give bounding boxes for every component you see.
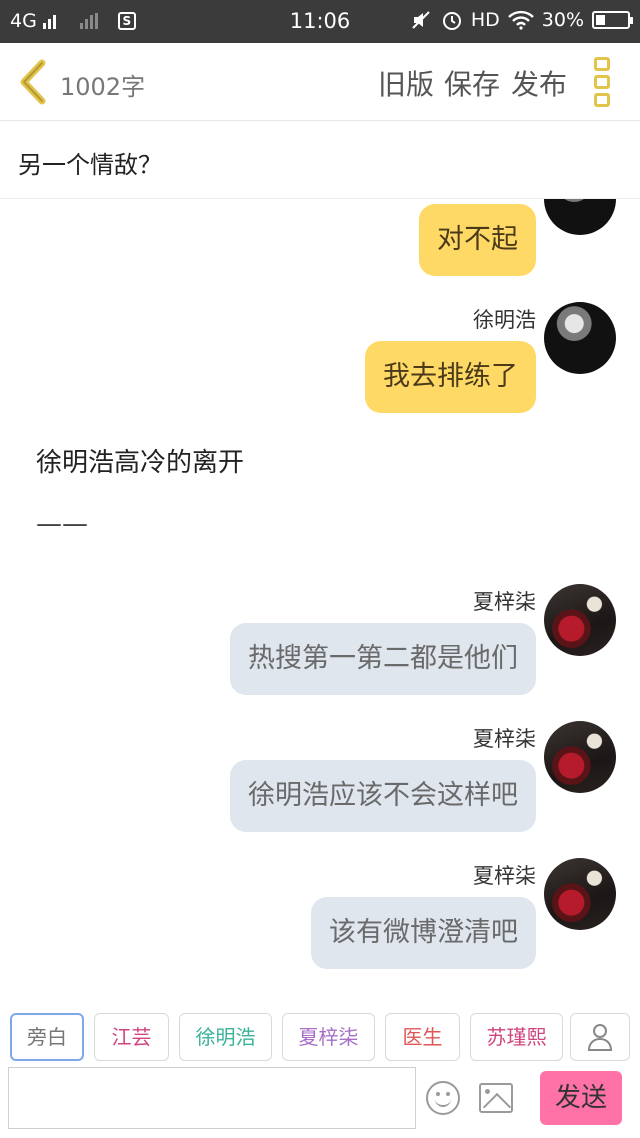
back-icon[interactable] (14, 57, 54, 107)
battery-icon (592, 11, 633, 29)
narration-text[interactable]: —— (36, 509, 88, 539)
avatar[interactable] (544, 858, 616, 930)
more-menu-icon[interactable] (594, 57, 614, 107)
role-chip-xuminghao[interactable]: 徐明浩 (179, 1013, 272, 1061)
alarm-icon (442, 12, 461, 30)
input-bar: 发送 (0, 1065, 640, 1138)
chapter-title: 另一个情敌？ (18, 151, 162, 179)
sender-name: 夏梓柒 (473, 590, 536, 614)
chat-area[interactable]: 对不起 徐明浩 我去排练了 徐明浩高冷的离开 —— 夏梓柒 热搜第一第二都是他们… (0, 199, 640, 989)
avatar[interactable] (544, 721, 616, 793)
chat-bubble[interactable]: 徐明浩应该不会这样吧 (230, 760, 536, 832)
battery-percent: 30% (541, 9, 584, 31)
sender-name: 夏梓柒 (473, 864, 536, 888)
person-icon (587, 1024, 613, 1051)
sender-name: 徐明浩 (473, 308, 536, 332)
chat-bubble[interactable]: 热搜第一第二都是他们 (230, 623, 536, 695)
save-button[interactable]: 保存 (444, 63, 500, 103)
battery-fill (596, 15, 605, 25)
status-bar: 4G S 11:06 HD 30% (0, 0, 640, 43)
image-icon[interactable] (479, 1083, 513, 1113)
message-input[interactable] (8, 1067, 416, 1129)
emoji-icon[interactable] (426, 1081, 460, 1115)
sender-name: 夏梓柒 (473, 727, 536, 751)
wifi-icon (507, 10, 534, 30)
add-role-button[interactable] (570, 1013, 630, 1061)
avatar[interactable] (544, 302, 616, 374)
send-button[interactable]: 发送 (540, 1071, 622, 1125)
role-chip-jiangyun[interactable]: 江芸 (94, 1013, 169, 1061)
avatar[interactable] (544, 584, 616, 656)
chat-bubble[interactable]: 对不起 (419, 204, 536, 276)
word-count: 1002字 (60, 73, 146, 101)
chat-bubble[interactable]: 该有微博澄清吧 (311, 897, 536, 969)
role-chip-narrator[interactable]: 旁白 (10, 1013, 84, 1061)
role-chip-xiaziqi[interactable]: 夏梓柒 (282, 1013, 375, 1061)
old-version-button[interactable]: 旧版 (378, 63, 434, 103)
role-chip-sujinxi[interactable]: 苏瑾熙 (470, 1013, 563, 1061)
chat-bubble[interactable]: 我去排练了 (365, 341, 536, 413)
avatar[interactable] (544, 199, 616, 235)
hd-indicator: HD (470, 9, 500, 31)
mute-icon (412, 11, 430, 29)
narration-text[interactable]: 徐明浩高冷的离开 (36, 442, 244, 479)
role-chip-doctor[interactable]: 医生 (385, 1013, 460, 1061)
chapter-title-bar[interactable]: 另一个情敌？ (0, 121, 640, 199)
role-selector: 旁白 江芸 徐明浩 夏梓柒 医生 苏瑾熙 (0, 1005, 640, 1065)
publish-button[interactable]: 发布 (511, 63, 567, 103)
editor-header: 1002字 旧版 保存 发布 (0, 43, 640, 121)
